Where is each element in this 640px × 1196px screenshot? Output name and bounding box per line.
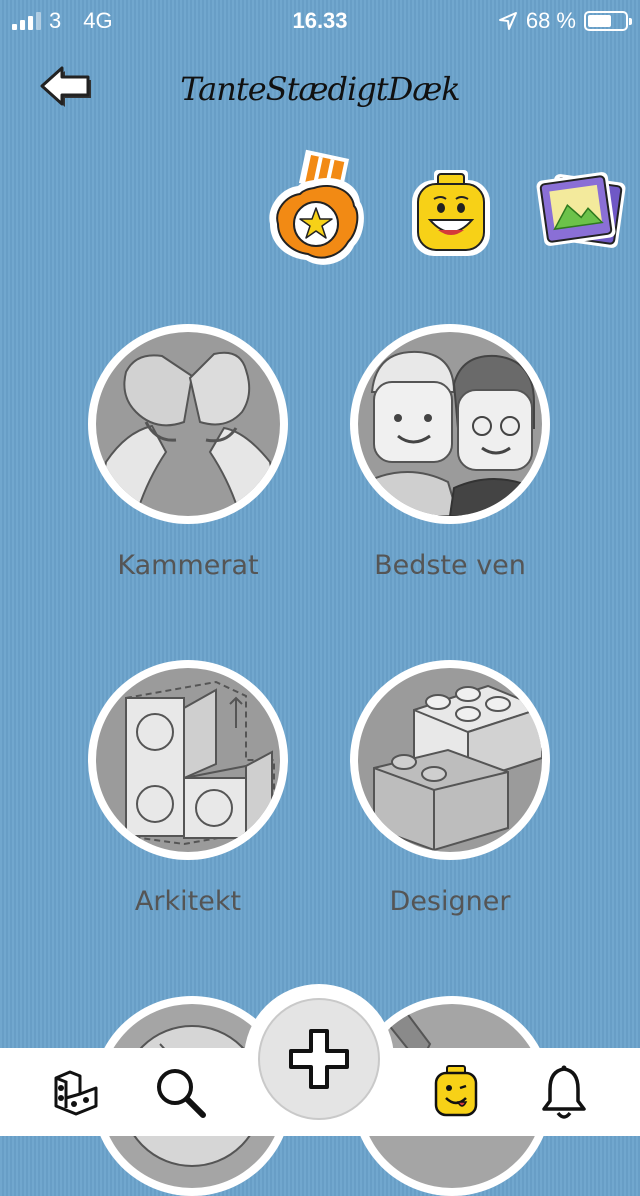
category-bedste-ven[interactable]: Bedste ven (330, 324, 570, 581)
category-label: Designer (389, 886, 511, 917)
category-image-frame (350, 324, 550, 524)
tab-search[interactable] (148, 1060, 212, 1124)
page-title: TanteStædigtDæk (180, 70, 460, 108)
add-icon (289, 1029, 349, 1089)
status-bar: 3 4G 16.33 68 % (0, 0, 640, 40)
add-button[interactable] (258, 998, 380, 1120)
fist-bump-icon (96, 332, 280, 516)
tab-profile[interactable] (424, 1060, 488, 1124)
category-label: Bedste ven (374, 550, 526, 581)
battery-icon (584, 11, 632, 31)
category-image-frame (350, 660, 550, 860)
bricks-icon (54, 1070, 98, 1116)
category-designer[interactable]: Designer (330, 660, 570, 917)
photo-gallery-icon (536, 172, 626, 248)
star-badge-icon (269, 149, 364, 265)
battery-percent: 68 % (525, 8, 576, 33)
search-icon (157, 1069, 206, 1118)
category-arkitekt[interactable]: Arkitekt (68, 660, 308, 917)
architect-brick-icon (96, 668, 280, 852)
smiley-minifig-icon (412, 170, 490, 256)
minifig-face-sticker[interactable] (408, 168, 494, 260)
category-label: Kammerat (117, 550, 259, 581)
location-arrow-icon (498, 12, 517, 30)
best-friends-icon (358, 332, 542, 516)
designer-bricks-icon (358, 668, 542, 852)
tab-notifications[interactable] (532, 1060, 596, 1124)
status-right: 68 % (498, 8, 632, 34)
tab-bricks[interactable] (44, 1060, 108, 1124)
minifig-profile-icon (434, 1065, 478, 1117)
badge-sticker[interactable] (262, 148, 374, 272)
category-image-frame (88, 324, 288, 524)
category-image-frame (88, 660, 288, 860)
bell-icon (542, 1065, 586, 1119)
category-kammerat[interactable]: Kammerat (68, 324, 308, 581)
category-label: Arkitekt (134, 886, 242, 917)
photos-sticker[interactable] (536, 170, 630, 260)
